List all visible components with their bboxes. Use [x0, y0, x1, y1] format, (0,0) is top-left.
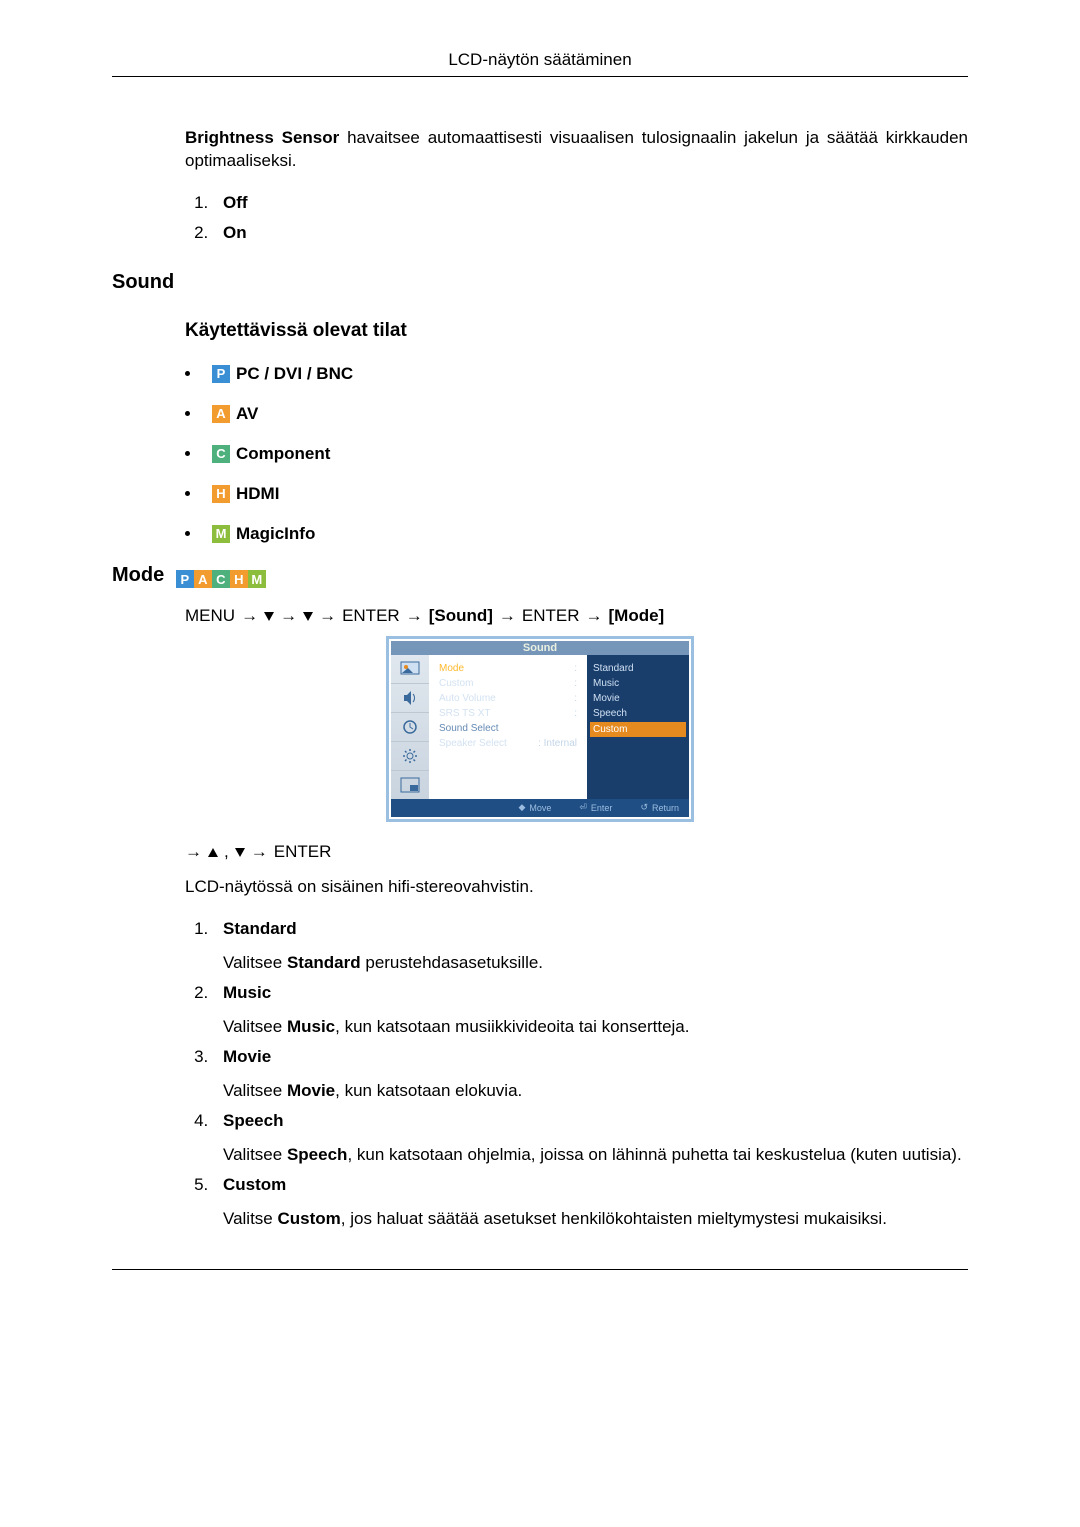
- mode-magicinfo: M MagicInfo: [185, 524, 968, 544]
- mode-body-text: LCD-näytössä on sisäinen hifi-stereovahv…: [185, 876, 968, 899]
- osd-move: ◆Move: [518, 802, 551, 813]
- osd-opt-movie: Movie: [593, 691, 683, 706]
- h-icon: H: [212, 485, 230, 503]
- mode-label: MagicInfo: [236, 524, 315, 544]
- osd-opt-custom: Custom: [590, 722, 686, 737]
- osd-menu: Mode: Custom: Auto Volume: SRS TS XT: So…: [429, 655, 587, 799]
- down-icon: [235, 848, 245, 857]
- sound-mode-speech: Speech Valitsee Speech, kun katsotaan oh…: [213, 1111, 968, 1165]
- h-icon: H: [230, 570, 248, 588]
- brightness-paragraph: Brightness Sensor havaitsee automaattise…: [185, 127, 968, 173]
- sound-mode-list: Standard Valitsee Standard perustehdasas…: [185, 919, 968, 1229]
- osd-item-sound-select: Sound Select: [439, 721, 577, 736]
- bullet-icon: [185, 411, 190, 416]
- bullet-icon: [185, 491, 190, 496]
- up-icon: [208, 848, 218, 857]
- osd-sidebar: [391, 655, 429, 799]
- mode-heading: Mode P A C H M: [112, 564, 968, 589]
- nav-sequence-1: MENU → → → ENTER → [Sound] → ENTER → [Mo…: [185, 606, 968, 626]
- nav-sequence-2: → , → ENTER: [185, 842, 968, 862]
- bullet-icon: [185, 371, 190, 376]
- down-icon: [303, 612, 313, 621]
- mode-label: PC / DVI / BNC: [236, 364, 353, 384]
- mode-pc-dvi-bnc: P PC / DVI / BNC: [185, 364, 968, 384]
- c-icon: C: [212, 445, 230, 463]
- mode-icon-strip: P A C H M: [176, 570, 266, 588]
- osd-screenshot: Sound Mode: C: [386, 636, 694, 822]
- osd-title: Sound: [391, 641, 689, 655]
- m-icon: M: [212, 525, 230, 543]
- c-icon: C: [212, 570, 230, 588]
- osd-item-mode: Mode:: [439, 661, 577, 676]
- p-icon: P: [176, 570, 194, 588]
- sound-mode-music: Music Valitsee Music, kun katsotaan musi…: [213, 983, 968, 1037]
- available-modes-heading: Käytettävissä olevat tilat: [185, 320, 968, 342]
- brightness-option-on: On: [213, 223, 968, 243]
- gear-icon: [391, 742, 429, 771]
- page-header: LCD-näytön säätäminen: [112, 50, 968, 77]
- page: LCD-näytön säätäminen Brightness Sensor …: [0, 0, 1080, 1330]
- sound-mode-custom: Custom Valitse Custom, jos haluat säätää…: [213, 1175, 968, 1229]
- picture-icon: [391, 655, 429, 684]
- brightness-option-off: Off: [213, 193, 968, 213]
- mode-label: AV: [236, 404, 258, 424]
- a-icon: A: [194, 570, 212, 588]
- mode-av: A AV: [185, 404, 968, 424]
- m-icon: M: [248, 570, 266, 588]
- sound-heading: Sound: [112, 271, 968, 294]
- sound-mode-standard: Standard Valitsee Standard perustehdasas…: [213, 919, 968, 973]
- page-footer: [112, 1269, 968, 1270]
- clock-icon: [391, 713, 429, 742]
- mode-component: C Component: [185, 444, 968, 464]
- p-icon: P: [212, 365, 230, 383]
- a-icon: A: [212, 405, 230, 423]
- sound-mode-movie: Movie Valitsee Movie, kun katsotaan elok…: [213, 1047, 968, 1101]
- brightness-sensor-label: Brightness Sensor: [185, 128, 339, 147]
- osd-item-srs: SRS TS XT:: [439, 706, 577, 721]
- osd-enter: ⏎Enter: [579, 802, 612, 813]
- osd-return: ↺Return: [640, 802, 679, 813]
- mode-label: HDMI: [236, 484, 279, 504]
- sound-icon: [391, 684, 429, 713]
- available-modes-list: P PC / DVI / BNC A AV C Component H HDMI…: [185, 364, 968, 544]
- mode-hdmi: H HDMI: [185, 484, 968, 504]
- pip-icon: [391, 771, 429, 799]
- osd-opt-music: Music: [593, 676, 683, 691]
- brightness-options: Off On: [185, 193, 968, 243]
- osd-opt-standard: Standard: [593, 661, 683, 676]
- mode-label: Component: [236, 444, 330, 464]
- osd-footer: ◆Move ⏎Enter ↺Return: [391, 799, 689, 817]
- osd-item-auto-volume: Auto Volume:: [439, 691, 577, 706]
- osd-item-speaker-select: Speaker Select: Internal: [439, 736, 577, 751]
- down-icon: [264, 612, 274, 621]
- osd-item-custom: Custom:: [439, 676, 577, 691]
- bullet-icon: [185, 451, 190, 456]
- osd-submenu: Standard Music Movie Speech Custom: [587, 655, 689, 799]
- bullet-icon: [185, 531, 190, 536]
- osd-opt-speech: Speech: [593, 706, 683, 721]
